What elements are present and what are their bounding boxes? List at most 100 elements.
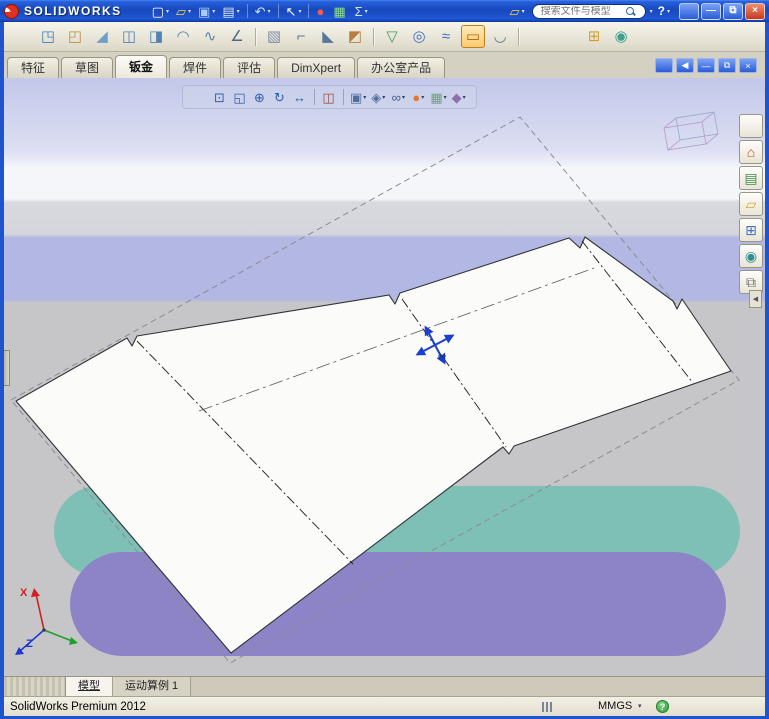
tab-sketch[interactable]: 草图 [61,57,114,78]
select-button[interactable]: ↖ ▾ [283,2,305,21]
tab-features[interactable]: 特征 [7,57,60,78]
new-document-button[interactable]: ▢ ▾ [149,2,172,21]
minimize-document-button[interactable]: — [697,58,715,73]
dropdown-arrow-icon[interactable]: ▾ [402,94,405,101]
photoview-button[interactable]: ⊞ [582,25,606,48]
edge-flange-button[interactable]: ◫ [117,25,141,48]
origin-triad[interactable]: X Z [15,587,78,655]
solidworks-resources-tab[interactable]: ⌂ [739,140,763,164]
quick-tips-help-icon[interactable]: ? [656,700,669,713]
closed-corner-button[interactable]: ⌐ [289,25,313,48]
extruded-cut-button[interactable]: ▽ [380,25,404,48]
restore-window-button[interactable]: ⧉ [723,2,743,20]
task-pane-button[interactable] [739,114,763,138]
no-bends-button[interactable]: ◡ [488,25,512,48]
tab-evaluate[interactable]: 评估 [223,57,276,78]
base-flange-button[interactable]: ◳ [36,25,60,48]
units-selector[interactable]: MMGS [598,700,632,712]
edit-appearance-button[interactable]: ● ▾ [409,88,427,106]
print-button[interactable]: ▤ ▾ [219,2,242,21]
units-dropdown-icon[interactable]: ▾ [638,702,642,710]
graphics-area[interactable]: X Z ⊡ ◱ ⊕ ↻ ↔ ◫ ▣ ▾ ◈ ▾ ∞ ▾ ● ▾ ▦ ▾ ◆ ▾ … [4,78,765,676]
dropdown-arrow-icon[interactable]: ▾ [463,94,466,101]
vent-button[interactable]: ≈ [434,25,458,48]
tab-office-products[interactable]: 办公室产品 [357,57,446,78]
display-style-button[interactable]: ◈ ▾ [369,88,387,106]
dropdown-arrow-icon[interactable]: ▾ [212,8,215,15]
dropdown-arrow-icon[interactable]: ▾ [363,94,366,101]
apply-scene-button[interactable]: ▦ ▾ [429,88,447,106]
dropdown-arrow-icon[interactable]: ▾ [444,94,447,101]
hem-button[interactable]: ◠ [171,25,195,48]
flat-pattern-part[interactable] [15,236,732,654]
measure-button[interactable]: ▦ [330,2,350,21]
dropdown-arrow-icon[interactable]: ▾ [188,8,191,15]
toolbar-button[interactable] [9,25,33,48]
dropdown-arrow-icon[interactable]: ▾ [237,8,240,15]
equations-button[interactable]: Σ ▾ [352,2,371,21]
dropdown-arrow-icon[interactable]: ▾ [166,8,169,15]
undo-button[interactable]: ↶ ▾ [252,2,274,21]
restore-document-button[interactable]: ⧉ [718,58,736,73]
section-view-button[interactable]: ◫ [320,88,338,106]
help-button[interactable]: ? ▾ [655,4,673,18]
pan-button[interactable]: ↔ [291,88,309,106]
cross-break-button[interactable]: ▧ [262,25,286,48]
title-bar[interactable]: SOLIDWORKS ▢ ▾ ▱ ▾ ▣ ▾ ▤ ▾ ↶ ▾ ↖ ▾ ● ▦ Σ… [0,0,769,22]
zoom-in-out-button[interactable]: ⊕ [251,88,269,106]
miter-flange-button[interactable]: ◨ [144,25,168,48]
view-palette-tab[interactable]: ⊞ [739,218,763,242]
zoom-area-button[interactable]: ◱ [231,88,249,106]
jog-button[interactable]: ∿ [198,25,222,48]
dropdown-arrow-icon[interactable]: ▾ [268,8,271,15]
view-tool-button[interactable] [191,88,209,106]
search-dropdown-icon[interactable]: ▾ [650,8,653,15]
model-canvas[interactable]: X Z [4,78,765,676]
tab-motion-study[interactable]: 运动算例 1 [113,677,192,696]
tab-sheet-metal[interactable]: 钣金 [115,55,168,78]
featuremanager-splitter[interactable] [4,350,10,386]
tab-dimxpert[interactable]: DimXpert [277,57,356,78]
dropdown-arrow-icon[interactable]: ▾ [382,94,385,101]
save-button[interactable]: ▣ ▾ [195,2,218,21]
welded-corner-button[interactable]: ◣ [316,25,340,48]
taskpane-collapse-arrow[interactable]: ◀ [749,290,762,308]
close-document-button[interactable]: × [739,58,757,73]
file-explorer-tab[interactable]: ▱ [739,192,763,216]
sketched-bend-button[interactable]: ∠ [225,25,249,48]
tab-model[interactable]: 模型 [66,677,113,696]
close-window-button[interactable]: × [745,2,765,20]
tab-splitter[interactable] [4,677,66,696]
design-library-tab[interactable]: ▤ [739,166,763,190]
minimize-window-button[interactable]: — [701,2,721,20]
forming-tool-button[interactable]: ◩ [343,25,367,48]
search-box[interactable] [531,3,646,19]
view-orientation-button[interactable]: ▣ ▾ [349,88,367,106]
dropdown-arrow-icon[interactable]: ▾ [522,8,525,15]
appearances-scenes-tab[interactable]: ◉ [739,244,763,268]
rotate-view-button[interactable]: ↻ [271,88,289,106]
dropdown-arrow-icon[interactable]: ▾ [365,8,368,15]
titlebar-folder-button[interactable] [498,2,506,21]
flatten-button[interactable]: ▭ [461,25,485,48]
expand-featuremanager-button[interactable]: ◀ [676,58,694,73]
window-button[interactable] [679,2,699,20]
convert-to-sheet-metal-button[interactable]: ◰ [63,25,87,48]
dropdown-arrow-icon[interactable]: ▾ [298,8,301,15]
open-document-button[interactable]: ▱ ▾ [173,2,194,21]
appearances-button[interactable]: ◉ [609,25,633,48]
search-input[interactable] [540,5,625,17]
hide-show-items-button[interactable]: ∞ ▾ [389,88,407,106]
zoom-fit-button[interactable]: ⊡ [211,88,229,106]
simple-hole-button[interactable]: ◎ [407,25,431,48]
titlebar-tool-button[interactable] [140,2,148,21]
document-window-button[interactable] [655,58,673,73]
tab-weldments[interactable]: 焊件 [169,57,222,78]
lofted-bend-button[interactable]: ◢ [90,25,114,48]
open-folder-button[interactable]: ▱ ▾ [507,2,528,21]
dropdown-arrow-icon[interactable]: ▾ [421,94,424,101]
search-icon[interactable] [625,6,636,17]
view-settings-button[interactable]: ◆ ▾ [450,88,468,106]
xpert-button[interactable]: ● [313,2,329,21]
dropdown-arrow-icon[interactable]: ▾ [667,8,670,15]
